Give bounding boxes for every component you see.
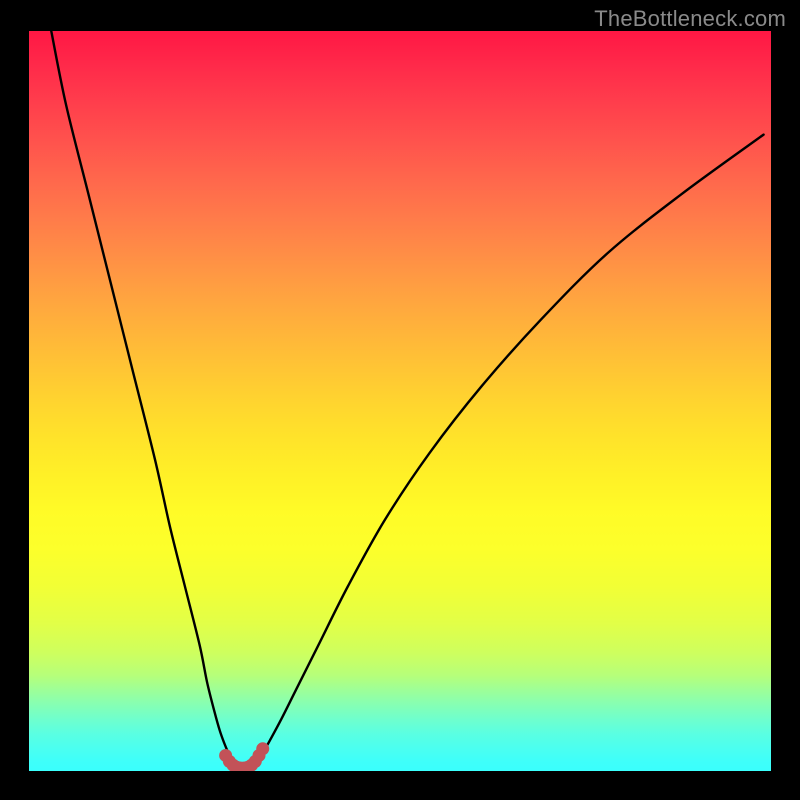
curve-layer	[29, 31, 771, 771]
valley-bead	[256, 742, 269, 755]
watermark-text: TheBottleneck.com	[594, 6, 786, 32]
right-branch-curve	[255, 135, 763, 763]
left-branch-curve	[51, 31, 234, 762]
chart-frame: TheBottleneck.com	[0, 0, 800, 800]
plot-area	[29, 31, 771, 771]
